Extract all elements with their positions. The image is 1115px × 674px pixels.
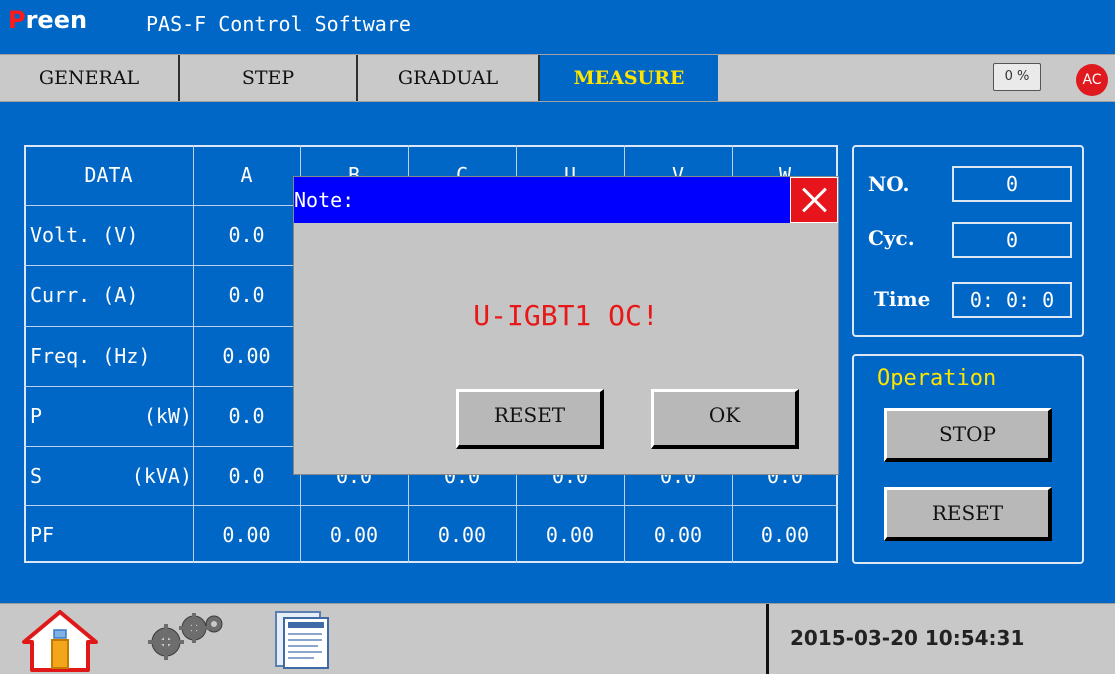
- tab-measure[interactable]: MEASURE: [540, 55, 718, 101]
- table-row-unit: (kW): [143, 404, 192, 428]
- bottom-bar: 2015-03-20 10:54:31: [0, 603, 1115, 674]
- datetime-display: 2015-03-20 10:54:31: [790, 626, 1025, 650]
- dialog-message: U-IGBT1 OC!: [473, 299, 659, 332]
- cyc-label: Cyc.: [868, 226, 915, 250]
- table-row-unit: (kVA): [131, 464, 192, 488]
- dialog-ok-button[interactable]: OK: [651, 389, 799, 449]
- footer-divider: [766, 604, 769, 674]
- cyc-value: 0: [952, 222, 1072, 258]
- table-cell: 0.00: [222, 344, 271, 368]
- time-value: 0: 0: 0: [952, 282, 1072, 318]
- stop-button[interactable]: STOP: [884, 408, 1052, 462]
- no-value: 0: [952, 166, 1072, 202]
- no-label: NO.: [868, 172, 910, 196]
- settings-gears-icon[interactable]: [136, 610, 226, 660]
- close-icon[interactable]: [790, 177, 838, 223]
- percent-indicator: 0 %: [993, 63, 1041, 91]
- document-icon[interactable]: [270, 608, 334, 670]
- tab-general[interactable]: GENERAL: [0, 55, 180, 101]
- table-cell: 0.00: [653, 523, 703, 547]
- table-cell: 0.0: [228, 464, 265, 488]
- tab-bar: GENERAL STEP GRADUAL MEASURE 0 %: [0, 54, 1115, 102]
- table-cell: 0.00: [545, 523, 595, 547]
- title-bar: Preen PAS-F Control Software: [0, 0, 1115, 54]
- note-dialog: Note: U-IGBT1 OC! RESET OK: [293, 176, 839, 475]
- table-row-label: Curr. (A): [30, 283, 139, 307]
- tab-gradual[interactable]: GRADUAL: [358, 55, 540, 101]
- dialog-reset-button[interactable]: RESET: [456, 389, 604, 449]
- table-cell: 0.0: [228, 283, 265, 307]
- table-cell: 0.00: [437, 523, 487, 547]
- ac-status-icon: AC: [1076, 64, 1108, 96]
- table-cell: 0.00: [222, 523, 271, 547]
- reset-button[interactable]: RESET: [884, 487, 1052, 541]
- tab-step[interactable]: STEP: [180, 55, 358, 101]
- dialog-title: Note:: [294, 177, 790, 223]
- table-row-label: PF: [30, 523, 55, 547]
- table-header-cell: A: [240, 163, 253, 187]
- table-cell: 0.0: [228, 404, 265, 428]
- brand-logo: Preen: [8, 6, 88, 34]
- table-header-cell: DATA: [84, 163, 133, 187]
- home-icon[interactable]: [20, 608, 100, 672]
- table-cell: 0.00: [329, 523, 379, 547]
- table-row-label: Freq. (Hz): [30, 344, 151, 368]
- app-title: PAS-F Control Software: [146, 12, 411, 36]
- table-row-divider: [24, 505, 838, 506]
- operation-title: Operation: [877, 366, 997, 391]
- table-cell: 0.0: [228, 223, 265, 247]
- table-row-label: Volt. (V): [30, 223, 139, 247]
- time-label: Time: [874, 287, 931, 311]
- table-cell: 0.00: [760, 523, 810, 547]
